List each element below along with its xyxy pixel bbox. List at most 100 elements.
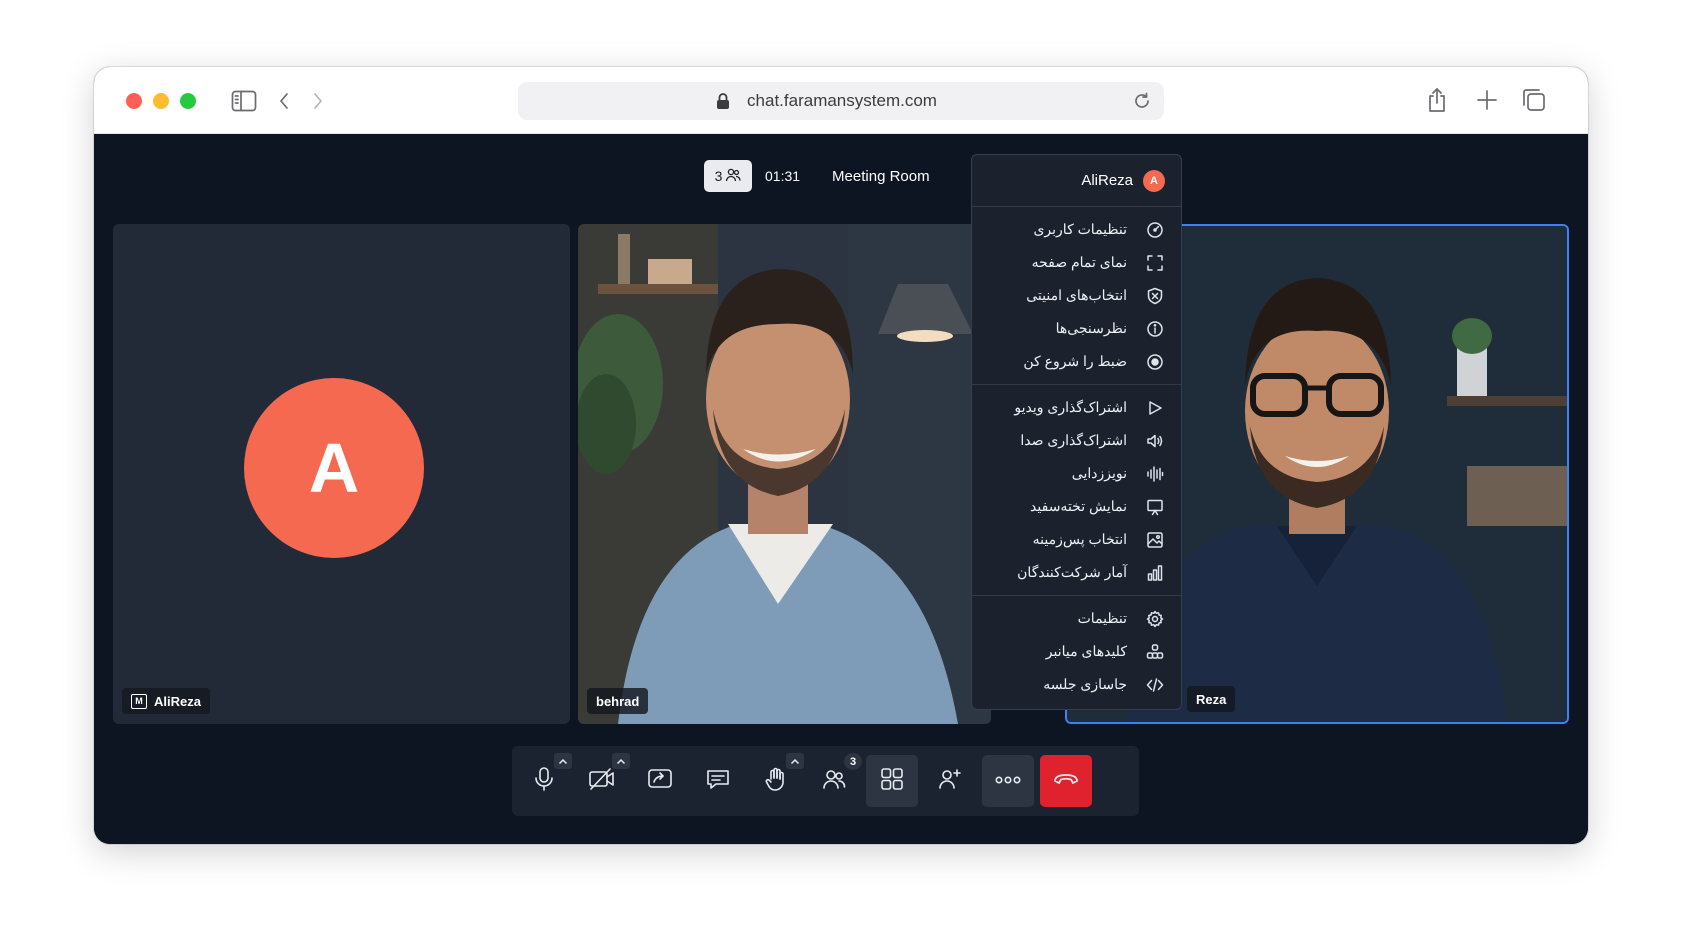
- menu-group-media: اشتراک‌گذاری ویدیو اشتراک‌گذاری صدا نویز…: [972, 385, 1181, 596]
- camera-off-icon: [588, 767, 616, 796]
- add-user-icon: [937, 767, 963, 796]
- gauge-icon: [1145, 220, 1165, 240]
- meeting-app: 3 01:31 Meeting Room A M AliReza behrad …: [94, 134, 1588, 844]
- microphone-icon: [532, 766, 556, 797]
- grid-icon: [880, 767, 904, 796]
- menu-group-settings: تنظیمات کلیدهای میانبر جاسازی جلسه: [972, 596, 1181, 707]
- stats-icon: [1145, 563, 1165, 583]
- participant-name-tag: Reza: [1187, 686, 1236, 712]
- participant-name: Reza: [1196, 691, 1227, 707]
- menu-item-security-options[interactable]: انتخاب‌های امنیتی: [972, 279, 1181, 312]
- menu-item-label: کلیدهای میانبر: [1045, 643, 1127, 659]
- tab-overview-icon[interactable]: [1520, 86, 1548, 114]
- url-text: chat.faramansystem.com: [747, 91, 937, 110]
- shield-icon: [1145, 286, 1165, 306]
- lock-icon: [716, 92, 730, 115]
- info-icon: [1145, 319, 1165, 339]
- fullscreen-icon: [1145, 253, 1165, 273]
- video-feed-behrad: [578, 224, 991, 724]
- menu-user-name: AliReza: [1081, 172, 1133, 189]
- menu-item-label: انتخاب پس‌زمینه: [1032, 531, 1127, 547]
- participant-tile-alireza[interactable]: A M AliReza: [113, 224, 570, 724]
- invite-button[interactable]: [924, 755, 976, 807]
- maximize-window-button[interactable]: [180, 93, 196, 109]
- chat-icon: [705, 767, 731, 796]
- new-tab-icon[interactable]: [1474, 87, 1500, 113]
- menu-item-label: تنظیمات: [1077, 610, 1127, 626]
- sidebar-toggle-icon[interactable]: [230, 87, 258, 115]
- menu-item-label: جاسازی جلسه: [1043, 676, 1127, 692]
- participant-name: AliReza: [154, 693, 201, 709]
- participant-count: 3: [714, 168, 723, 184]
- menu-item-polls[interactable]: نظرسنجی‌ها: [972, 312, 1181, 345]
- menu-item-label: نمای تمام صفحه: [1031, 254, 1127, 270]
- menu-item-fullscreen[interactable]: نمای تمام صفحه: [972, 246, 1181, 279]
- code-icon: [1145, 675, 1165, 695]
- microphone-options-caret[interactable]: [554, 753, 572, 769]
- end-call-button[interactable]: [1040, 755, 1092, 807]
- record-icon: [1145, 352, 1165, 372]
- participant-tile-behrad[interactable]: behrad: [578, 224, 991, 724]
- menu-item-share-video[interactable]: اشتراک‌گذاری ویدیو: [972, 391, 1181, 424]
- shortcuts-icon: [1145, 642, 1165, 662]
- menu-item-keyboard-shortcuts[interactable]: کلیدهای میانبر: [972, 635, 1181, 668]
- room-name: Meeting Room: [832, 167, 930, 185]
- more-options-button[interactable]: [982, 755, 1034, 807]
- menu-item-embed-meeting[interactable]: جاسازی جلسه: [972, 668, 1181, 701]
- reactions-options-caret[interactable]: [786, 753, 804, 769]
- menu-item-settings[interactable]: تنظیمات: [972, 602, 1181, 635]
- participants-icon: [821, 767, 847, 796]
- close-window-button[interactable]: [126, 93, 142, 109]
- participant-count-pill[interactable]: 3: [704, 160, 752, 192]
- address-bar[interactable]: chat.faramansystem.com: [518, 82, 1164, 120]
- moderator-badge: M: [131, 693, 147, 709]
- participants-count-badge: 3: [844, 753, 862, 770]
- share-screen-button[interactable]: [634, 755, 686, 807]
- browser-toolbar: chat.faramansystem.com: [94, 67, 1588, 134]
- hand-icon: [764, 766, 788, 797]
- forward-icon[interactable]: [308, 89, 328, 113]
- menu-item-share-audio[interactable]: اشتراک‌گذاری صدا: [972, 424, 1181, 457]
- reload-icon[interactable]: [1132, 91, 1152, 116]
- hang-up-icon: [1052, 771, 1080, 792]
- avatar: A: [244, 378, 424, 558]
- menu-item-participant-stats[interactable]: آمار شرکت‌کنندگان: [972, 556, 1181, 589]
- menu-item-label: اشتراک‌گذاری ویدیو: [1014, 399, 1127, 415]
- menu-item-label: ضبط را شروع کن: [1023, 353, 1127, 369]
- tile-view-button[interactable]: [866, 755, 918, 807]
- minimize-window-button[interactable]: [153, 93, 169, 109]
- share-screen-icon: [647, 767, 673, 796]
- menu-item-label: آمار شرکت‌کنندگان: [1017, 564, 1127, 580]
- menu-item-label: نظرسنجی‌ها: [1055, 320, 1127, 336]
- menu-item-label: اشتراک‌گذاری صدا: [1020, 432, 1127, 448]
- meeting-timer: 01:31: [765, 168, 801, 184]
- chat-button[interactable]: [692, 755, 744, 807]
- back-icon[interactable]: [274, 89, 294, 113]
- menu-item-label: نمایش تخته‌سفید: [1030, 498, 1127, 514]
- menu-group-general: تنظیمات کاربری نمای تمام صفحه انتخاب‌های…: [972, 207, 1181, 385]
- user-avatar: A: [1143, 169, 1165, 192]
- menu-item-noise-suppression[interactable]: نویززدایی: [972, 457, 1181, 490]
- meeting-info-bar: 3 01:31 Meeting Room: [704, 160, 930, 192]
- camera-options-caret[interactable]: [612, 753, 630, 769]
- menu-item-label: تنظیمات کاربری: [1033, 221, 1127, 237]
- menu-item-user-settings[interactable]: تنظیمات کاربری: [972, 213, 1181, 246]
- menu-item-label: نویززدایی: [1071, 465, 1127, 481]
- participant-name-tag: M AliReza: [122, 688, 210, 714]
- menu-user-header: A AliReza: [972, 155, 1181, 207]
- menu-item-whiteboard[interactable]: نمایش تخته‌سفید: [972, 490, 1181, 523]
- play-icon: [1145, 398, 1165, 418]
- share-icon[interactable]: [1424, 85, 1450, 115]
- more-options-menu: A AliReza تنظیمات کاربری نمای تمام صفحه …: [971, 154, 1182, 710]
- participant-name: behrad: [596, 693, 640, 709]
- menu-item-label: انتخاب‌های امنیتی: [1026, 287, 1127, 303]
- image-icon: [1145, 530, 1165, 550]
- speaker-icon: [1145, 431, 1165, 451]
- browser-window: chat.faramansystem.com 3 01:31 Meeting R…: [94, 67, 1588, 844]
- participant-name-tag: behrad: [587, 688, 649, 714]
- menu-item-select-background[interactable]: انتخاب پس‌زمینه: [972, 523, 1181, 556]
- menu-item-start-recording[interactable]: ضبط را شروع کن: [972, 345, 1181, 378]
- waveform-icon: [1145, 464, 1165, 484]
- gear-icon: [1145, 609, 1165, 629]
- whiteboard-icon: [1145, 497, 1165, 517]
